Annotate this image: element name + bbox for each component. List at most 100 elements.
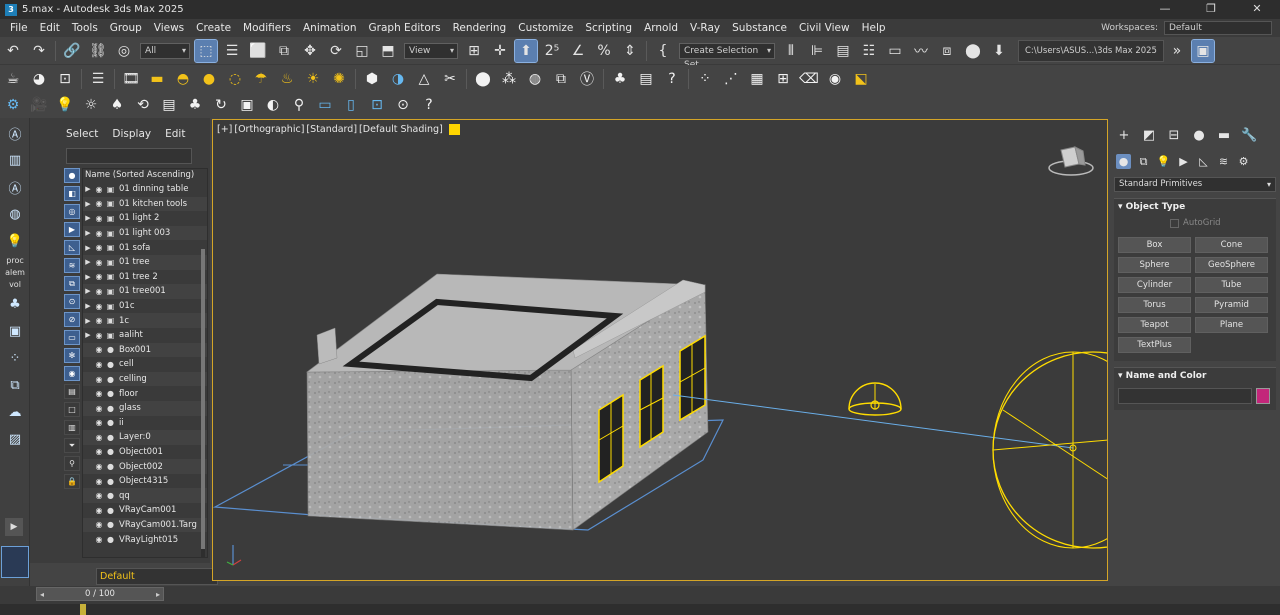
visibility-eye-icon[interactable]: ◉	[93, 229, 105, 238]
list-item[interactable]: ◉ ● Box001	[83, 342, 207, 358]
autogrid-checkbox[interactable]	[1170, 218, 1179, 228]
cosmos-icon[interactable]: ◉	[824, 68, 846, 90]
reference-coord-dropdown[interactable]: View	[404, 42, 458, 59]
expand-arrow-icon[interactable]: ▶	[83, 200, 93, 208]
strip-label-proc[interactable]: proc	[0, 256, 30, 265]
arnold-refresh-icon[interactable]: ↻	[210, 94, 232, 116]
motion-tab-icon[interactable]: ●	[1191, 128, 1207, 144]
selection-filter-dropdown[interactable]: All	[140, 42, 190, 59]
visibility-eye-icon[interactable]: ◉	[93, 520, 105, 529]
text-tool-2-icon[interactable]: Ⓐ	[3, 175, 27, 199]
vray-plane-icon[interactable]: △	[413, 68, 435, 90]
list-item[interactable]: ▶ ◉ ▣ 01c	[83, 299, 207, 314]
schematic-view-icon[interactable]: ⧈	[936, 40, 958, 62]
image-tool-icon[interactable]: ▨	[3, 427, 27, 451]
render-setup-icon[interactable]: ⬇	[988, 40, 1010, 62]
expand-arrow-icon[interactable]: ▶	[83, 331, 93, 339]
menu-arnold[interactable]: Arnold	[638, 19, 684, 37]
percent-snap-icon[interactable]: %	[593, 40, 615, 62]
filter-lights-icon[interactable]: ◎	[64, 204, 80, 219]
vray-sphere-light-icon[interactable]: ●	[198, 68, 220, 90]
list-item[interactable]: ▶ ◉ ▣ 01 tree001	[83, 284, 207, 299]
geometry-category-icon[interactable]: ●	[1116, 154, 1131, 169]
vray-sky-icon[interactable]: ✺	[328, 68, 350, 90]
vray-multi-mtl-icon[interactable]: ⁂	[498, 68, 520, 90]
arnold-light-icon[interactable]: 💡	[54, 94, 76, 116]
arnold-frame-icon[interactable]: ▭	[314, 94, 336, 116]
arnold-eye-icon[interactable]: ⊙	[392, 94, 414, 116]
railclone-icon[interactable]: ▦	[746, 68, 768, 90]
select-object-icon[interactable]: ⬚	[194, 38, 218, 63]
vray-spot-icon[interactable]: ☂	[250, 68, 272, 90]
copy-tool-icon[interactable]: ⧉	[3, 373, 27, 397]
minimize-button[interactable]: —	[1142, 0, 1188, 19]
visibility-eye-icon[interactable]: ◉	[93, 287, 105, 296]
time-slider[interactable]: ◂ 0 / 100 ▸	[36, 587, 164, 601]
cameras-category-icon[interactable]: ▶	[1176, 154, 1191, 169]
cone-button[interactable]: Cone	[1195, 237, 1268, 253]
strip-label-vol[interactable]: vol	[0, 280, 30, 289]
orange-tool-icon[interactable]: ⬕	[850, 68, 872, 90]
forest-icon[interactable]: ♣	[609, 68, 631, 90]
menu-vray[interactable]: V-Ray	[684, 19, 726, 37]
tab-edit[interactable]: Edit	[165, 128, 185, 140]
scene-search-input[interactable]	[66, 148, 192, 164]
list-scrollbar[interactable]	[201, 249, 205, 557]
eraser-icon[interactable]: ⌫	[798, 68, 820, 90]
vray-light-icon[interactable]: ▬	[146, 68, 168, 90]
visibility-eye-icon[interactable]: ◉	[93, 243, 105, 252]
toggle-scene-explorer-icon[interactable]: ☷	[858, 40, 880, 62]
pivot-point-icon[interactable]: ⊞	[463, 40, 485, 62]
expand-arrow-icon[interactable]: ▶	[83, 258, 93, 266]
layer-field[interactable]: Default	[96, 568, 218, 585]
menu-help[interactable]: Help	[856, 19, 892, 37]
visibility-eye-icon[interactable]: ◉	[93, 375, 105, 384]
utilities-tab-icon[interactable]: 🔧	[1241, 128, 1257, 144]
visibility-eye-icon[interactable]: ◉	[93, 272, 105, 281]
time-slider-next-icon[interactable]: ▸	[156, 588, 160, 601]
visibility-eye-icon[interactable]: ◉	[93, 389, 105, 398]
filter-frozen-icon[interactable]: ◉	[64, 366, 80, 381]
object-color-swatch[interactable]	[1256, 388, 1270, 404]
tube-button[interactable]: Tube	[1195, 277, 1268, 293]
toggle-ribbon-icon[interactable]: ▭	[884, 40, 906, 62]
select-rotate-icon[interactable]: ⟳	[325, 40, 347, 62]
list-item[interactable]: ◉ ● Object001	[83, 445, 207, 460]
vray-proxy-icon[interactable]: ⬢	[361, 68, 383, 90]
expand-arrow-icon[interactable]: ▶	[83, 214, 93, 222]
link-icon[interactable]: 🔗	[61, 40, 83, 62]
layer-explorer-icon[interactable]: ▤	[832, 40, 854, 62]
geosphere-button[interactable]: GeoSphere	[1195, 257, 1268, 273]
visibility-eye-icon[interactable]: ◉	[93, 258, 105, 267]
spacewarps-category-icon[interactable]: ≋	[1216, 154, 1231, 169]
visibility-eye-icon[interactable]: ◉	[93, 418, 105, 427]
arnold-volume-icon[interactable]: ♠	[106, 94, 128, 116]
menu-create[interactable]: Create	[190, 19, 237, 37]
filter-particles-icon[interactable]: ✻	[64, 348, 80, 363]
expand-arrow-icon[interactable]: ▶	[5, 518, 23, 536]
mirror-icon[interactable]: ⫴	[780, 40, 802, 62]
filter-bones-icon[interactable]: ⊘	[64, 312, 80, 327]
list-item[interactable]: ◉ ● Object4315	[83, 474, 207, 489]
vfb-icon[interactable]: 🎞	[120, 68, 142, 90]
list-item[interactable]: ▶ ◉ ▣ 01 light 2	[83, 211, 207, 226]
render-icon[interactable]: ◕	[28, 68, 50, 90]
filter-select-icon[interactable]: ⚲	[64, 456, 80, 471]
viewcube[interactable]	[1048, 146, 1094, 176]
list-icon[interactable]: ☰	[87, 68, 109, 90]
curve-editor-icon[interactable]: 〰	[910, 40, 932, 62]
arnold-crop-icon[interactable]: ⊡	[366, 94, 388, 116]
filter-containers-icon[interactable]: ▭	[64, 330, 80, 345]
list-item[interactable]: ◉ ● glass	[83, 400, 207, 416]
visibility-eye-icon[interactable]: ◉	[93, 185, 105, 194]
list-item[interactable]: ◉ ● Object002	[83, 459, 207, 474]
snaps-toggle-icon[interactable]: 2⁵	[541, 40, 563, 62]
filter-funnel-icon[interactable]: ⏷	[64, 438, 80, 453]
save-render-icon[interactable]: ▣	[1190, 38, 1215, 63]
object-name-input[interactable]	[1118, 388, 1252, 404]
menu-group[interactable]: Group	[104, 19, 148, 37]
menu-civil-view[interactable]: Civil View	[793, 19, 856, 37]
list-item[interactable]: ▶ ◉ ▣ 01 tree 2	[83, 270, 207, 285]
filter-lock-icon[interactable]: 🔒	[64, 474, 80, 489]
expand-arrow-icon[interactable]: ▶	[83, 244, 93, 252]
